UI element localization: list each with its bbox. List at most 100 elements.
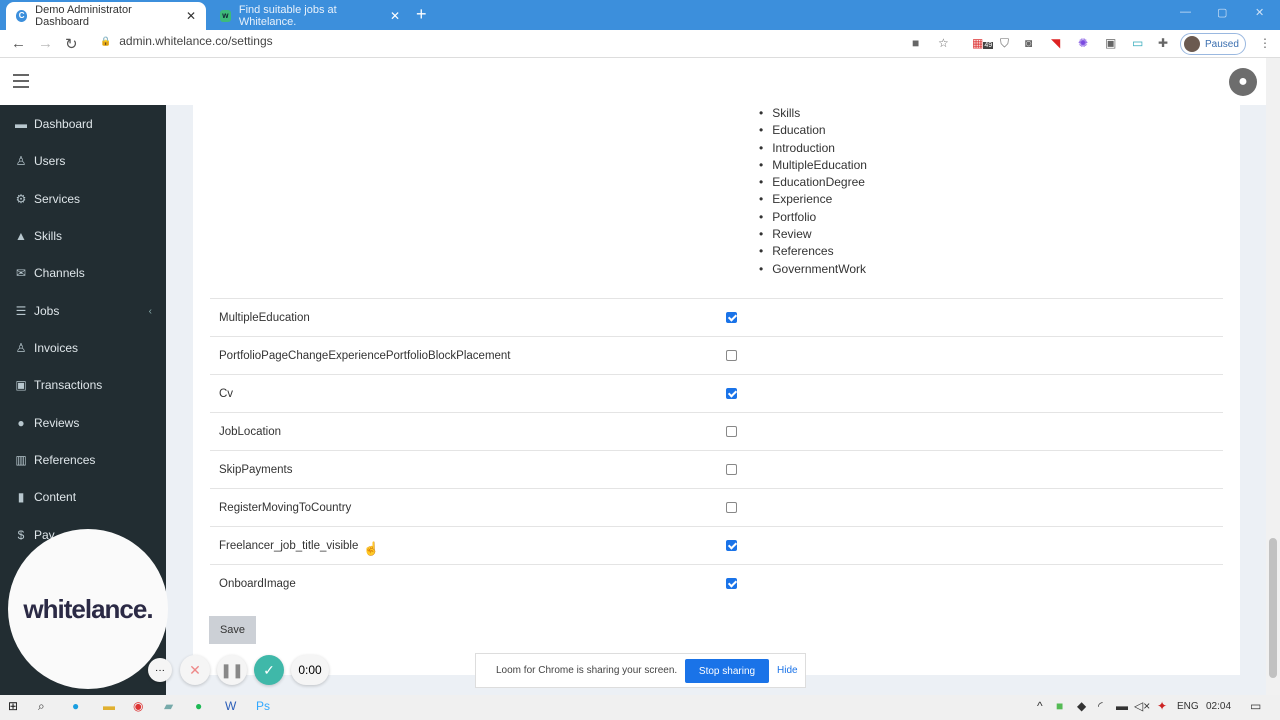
- setting-checkbox[interactable]: [726, 312, 737, 323]
- browser-tab-bar: C Demo Administrator Dashboard ✕ w Find sui…: [0, 0, 1280, 30]
- tab-title: Find suitable jobs at Whitelance.: [238, 4, 337, 28]
- stop-sharing-button[interactable]: Stop sharing: [685, 659, 769, 683]
- setting-name: Freelancer_job_title_visible: [219, 539, 359, 552]
- scrollbar-thumb[interactable]: [1269, 538, 1277, 678]
- save-button[interactable]: Save: [209, 616, 256, 644]
- pause-icon[interactable]: ❚❚: [217, 655, 247, 685]
- sidebar-item-content[interactable]: ▮ Content: [0, 480, 166, 514]
- sidebar-item-invoices[interactable]: ♙ Invoices: [0, 331, 166, 365]
- sidebar-item-dashboard[interactable]: ▬ Dashboard: [0, 107, 166, 141]
- list-item: Education: [759, 122, 867, 139]
- sidebar-item-references[interactable]: ▥ References: [0, 443, 166, 477]
- tab-admin-dashboard[interactable]: C Demo Administrator Dashboard ✕: [6, 2, 206, 30]
- finish-recording-icon[interactable]: ✓: [254, 655, 284, 685]
- pdf-extension-icon[interactable]: ◥: [1051, 36, 1060, 50]
- loom-camera-bubble[interactable]: whitelance.: [8, 529, 168, 689]
- menu-kebab-icon[interactable]: ⋮: [1259, 36, 1271, 50]
- hide-button[interactable]: Hide: [777, 665, 798, 676]
- list-item: EducationDegree: [759, 174, 867, 191]
- extension-icon[interactable]: ▦49: [972, 36, 994, 50]
- list-item: Skills: [759, 105, 867, 122]
- photoshop-icon[interactable]: Ps: [256, 699, 270, 713]
- notifications-icon[interactable]: ▭: [1250, 699, 1261, 713]
- wifi-icon[interactable]: ◜: [1098, 699, 1103, 713]
- setting-checkbox[interactable]: [726, 388, 737, 399]
- chrome-icon[interactable]: ◉: [133, 699, 143, 713]
- setting-checkbox[interactable]: [726, 502, 737, 513]
- avatar: [1184, 36, 1200, 52]
- url-field[interactable]: 🔒 admin.whitelance.co/settings: [100, 34, 273, 48]
- sparkle-extension-icon[interactable]: ✺: [1078, 36, 1088, 50]
- cancel-recording-icon[interactable]: ✕: [180, 655, 210, 685]
- shield-icon[interactable]: ⛉: [1000, 36, 1009, 51]
- bookmark-star-icon[interactable]: ☆: [938, 36, 949, 50]
- windows-start-icon[interactable]: ⊞: [8, 699, 18, 713]
- site-favicon-icon: C: [16, 10, 28, 22]
- sidebar-item-label: Content: [34, 490, 77, 504]
- app-header: ●: [0, 58, 1280, 105]
- close-tab-icon[interactable]: ✕: [390, 9, 400, 23]
- app-icon[interactable]: ▰: [164, 699, 173, 713]
- screenshot-icon[interactable]: ◙: [1025, 36, 1032, 50]
- extension-badge: 49: [983, 42, 994, 49]
- reload-icon[interactable]: ↻: [65, 35, 78, 53]
- sidebar-item-services[interactable]: ⚙ Services: [0, 182, 166, 216]
- setting-checkbox[interactable]: [726, 426, 737, 437]
- search-icon[interactable]: ⌕: [38, 699, 45, 714]
- sidebar-item-channels[interactable]: ✉ Channels: [0, 256, 166, 290]
- tray-chevron-icon[interactable]: ^: [1037, 699, 1043, 713]
- forward-icon[interactable]: →: [38, 35, 53, 52]
- puzzle-extensions-icon[interactable]: ✚: [1158, 36, 1168, 50]
- back-icon[interactable]: ←: [11, 35, 26, 52]
- maximize-icon[interactable]: ▢: [1217, 6, 1227, 19]
- setting-checkbox[interactable]: [726, 578, 737, 589]
- camera-icon[interactable]: ■: [912, 36, 919, 50]
- hamburger-menu-icon[interactable]: [13, 74, 29, 92]
- sidebar-item-label: Channels: [34, 266, 85, 280]
- spotify-icon[interactable]: ●: [195, 699, 202, 713]
- close-tab-icon[interactable]: ✕: [186, 9, 196, 23]
- minimize-icon[interactable]: —: [1180, 6, 1191, 18]
- tray-app-icon[interactable]: ◆: [1077, 699, 1086, 713]
- profile-button[interactable]: Paused: [1180, 33, 1246, 55]
- url-text: admin.whitelance.co/settings: [119, 34, 273, 48]
- sidebar-item-jobs[interactable]: ☰ Jobs ‹: [0, 294, 166, 328]
- mouse-cursor-icon: ☝: [363, 541, 380, 556]
- setting-checkbox[interactable]: [726, 540, 737, 551]
- close-window-icon[interactable]: ✕: [1255, 6, 1264, 19]
- tab-title: Demo Administrator Dashboard: [35, 4, 132, 28]
- whitelance-favicon-icon: w: [220, 10, 231, 22]
- sidebar-item-label: Jobs: [34, 304, 60, 318]
- word-icon[interactable]: W: [225, 699, 236, 713]
- feature-list: Skills Education Introduction MultipleEd…: [759, 105, 867, 278]
- list-item: GovernmentWork: [759, 261, 867, 278]
- tab-whitelance-jobs[interactable]: w Find suitable jobs at Whitelance. ✕: [210, 2, 410, 30]
- language-indicator[interactable]: ENG: [1177, 701, 1199, 712]
- hubspot-icon[interactable]: ▣: [1105, 36, 1116, 50]
- tray-app-icon[interactable]: ■: [1056, 699, 1063, 713]
- setting-name: Cv: [219, 387, 234, 400]
- sidebar-item-label: Users: [34, 154, 66, 168]
- graduation-cap-icon: ▲: [15, 229, 27, 243]
- more-options-icon[interactable]: ···: [148, 658, 172, 682]
- comments-icon: ●: [17, 416, 25, 430]
- page-scrollbar[interactable]: [1266, 58, 1280, 695]
- sidebar-item-users[interactable]: ♙ Users: [0, 144, 166, 178]
- tray-app-icon[interactable]: ✦: [1157, 699, 1167, 713]
- sidebar-item-transactions[interactable]: ▣ Transactions: [0, 368, 166, 402]
- clock[interactable]: 02:04: [1206, 701, 1231, 712]
- setting-row: MultipleEducation: [210, 298, 1223, 336]
- setting-row: Freelancer_job_title_visible: [210, 526, 1223, 564]
- sidebar-item-skills[interactable]: ▲ Skills: [0, 219, 166, 253]
- user-avatar-icon[interactable]: ●: [1229, 68, 1257, 96]
- sidebar-item-reviews[interactable]: ● Reviews: [0, 406, 166, 440]
- whitelance-logo: whitelance.: [23, 593, 153, 624]
- skype-icon[interactable]: ●: [72, 699, 79, 713]
- setting-checkbox[interactable]: [726, 350, 737, 361]
- battery-icon[interactable]: ▬: [1116, 699, 1128, 713]
- volume-muted-icon[interactable]: ◁×: [1134, 699, 1150, 713]
- setting-checkbox[interactable]: [726, 464, 737, 475]
- new-tab-button[interactable]: +: [416, 4, 427, 25]
- loom-extension-icon[interactable]: ▭: [1132, 36, 1143, 50]
- file-explorer-icon[interactable]: ▬: [103, 699, 115, 713]
